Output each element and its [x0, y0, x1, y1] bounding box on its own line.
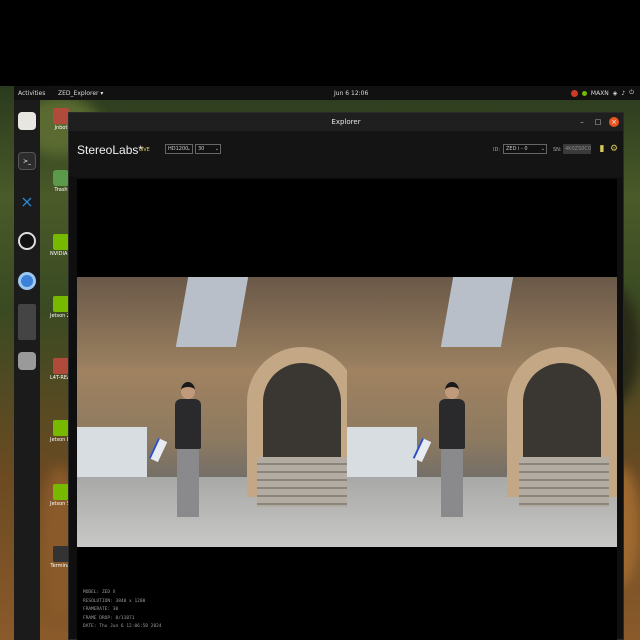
chevron-down-icon: ⌄	[540, 146, 545, 152]
system-tray[interactable]: MAXN ◈ ♪ ⏻	[570, 89, 634, 97]
nvidia-icon	[53, 296, 69, 312]
stereo-video-feed	[77, 277, 617, 547]
explorer-toolbar: StereoLabs* LIVE HD1200 ⌄ 30 ⌄ ID: ZED i…	[69, 131, 623, 177]
terminal-icon	[53, 546, 69, 562]
trash-icon	[53, 170, 69, 186]
right-camera-view	[347, 277, 617, 547]
chevron-down-icon: ⌄	[214, 146, 219, 152]
minimize-icon[interactable]: –	[577, 117, 587, 127]
power-mode-icon	[581, 90, 587, 96]
nvidia-icon	[53, 484, 69, 500]
meta-frame-drop: FRAME DROP: 0/11071	[83, 615, 135, 621]
nvidia-icon	[53, 420, 69, 436]
vscode-icon[interactable]: ⨯	[18, 192, 36, 211]
maximize-icon[interactable]: □	[593, 117, 603, 127]
apps-grid-icon[interactable]	[18, 304, 36, 340]
obs-icon[interactable]	[18, 232, 36, 250]
left-camera-view	[77, 277, 347, 547]
live-badge: LIVE	[139, 147, 150, 153]
network-icon[interactable]: ◈	[613, 90, 618, 97]
explorer-window: Explorer – □ × StereoLabs* LIVE HD1200 ⌄…	[68, 112, 624, 640]
dock: >_ ⨯	[14, 100, 40, 640]
drive-icon[interactable]	[18, 352, 36, 370]
meta-framerate: FRAMERATE: 30	[83, 607, 119, 612]
activities-button[interactable]: Activities	[18, 90, 45, 97]
settings-gear-icon[interactable]: ⚙	[609, 144, 619, 154]
terminal-icon[interactable]: >_	[18, 152, 36, 170]
meta-model: MODEL: ZED X	[83, 590, 116, 595]
nvidia-icon[interactable]	[570, 89, 578, 97]
video-area: MODEL: ZED X RESOLUTION: 3840 x 1200 FRA…	[77, 179, 617, 640]
folder-icon	[53, 108, 69, 124]
window-titlebar[interactable]: Explorer – □ ×	[69, 113, 623, 131]
volume-icon[interactable]: ♪	[621, 90, 625, 97]
meta-resolution: RESOLUTION: 3840 x 1200	[83, 598, 146, 604]
stereolabs-logo: StereoLabs*	[77, 143, 144, 157]
clock[interactable]: Jun 6 12:06	[334, 90, 368, 97]
camera-id-select[interactable]: ZED i - 0 ⌄	[503, 144, 547, 154]
gnome-top-bar: Activities ZED_Explorer ▾ Jun 6 12:06 MA…	[14, 86, 640, 100]
window-title: Explorer	[331, 118, 361, 126]
camera-metadata: MODEL: ZED X RESOLUTION: 3840 x 1200 FRA…	[83, 589, 162, 632]
battery-icon[interactable]: ▮	[597, 144, 607, 154]
desktop-icons: Jnbot Trash NVIDIA Jetson Community P...…	[40, 100, 123, 640]
chromium-icon[interactable]	[18, 272, 36, 290]
screen: { "topbar": { "activities": "Activities"…	[0, 0, 640, 640]
folder-icon	[53, 358, 69, 374]
id-label: ID:	[493, 147, 501, 153]
sn-label: SN:	[553, 147, 562, 153]
nvidia-icon	[53, 234, 69, 250]
resolution-select[interactable]: HD1200 ⌄	[165, 144, 193, 154]
power-mode-label[interactable]: MAXN	[591, 90, 609, 97]
fps-select[interactable]: 30 ⌄	[195, 144, 221, 154]
serial-number-field: 4K0ZS0C0	[563, 144, 592, 154]
chevron-down-icon: ⌄	[186, 146, 191, 152]
power-icon[interactable]: ⏻	[629, 89, 634, 97]
meta-date: DATE: Thu Jun 6 12:06:58 2024	[83, 624, 162, 629]
app-menu[interactable]: ZED_Explorer ▾	[58, 90, 103, 97]
files-icon[interactable]	[18, 112, 36, 130]
close-icon[interactable]: ×	[609, 117, 619, 127]
